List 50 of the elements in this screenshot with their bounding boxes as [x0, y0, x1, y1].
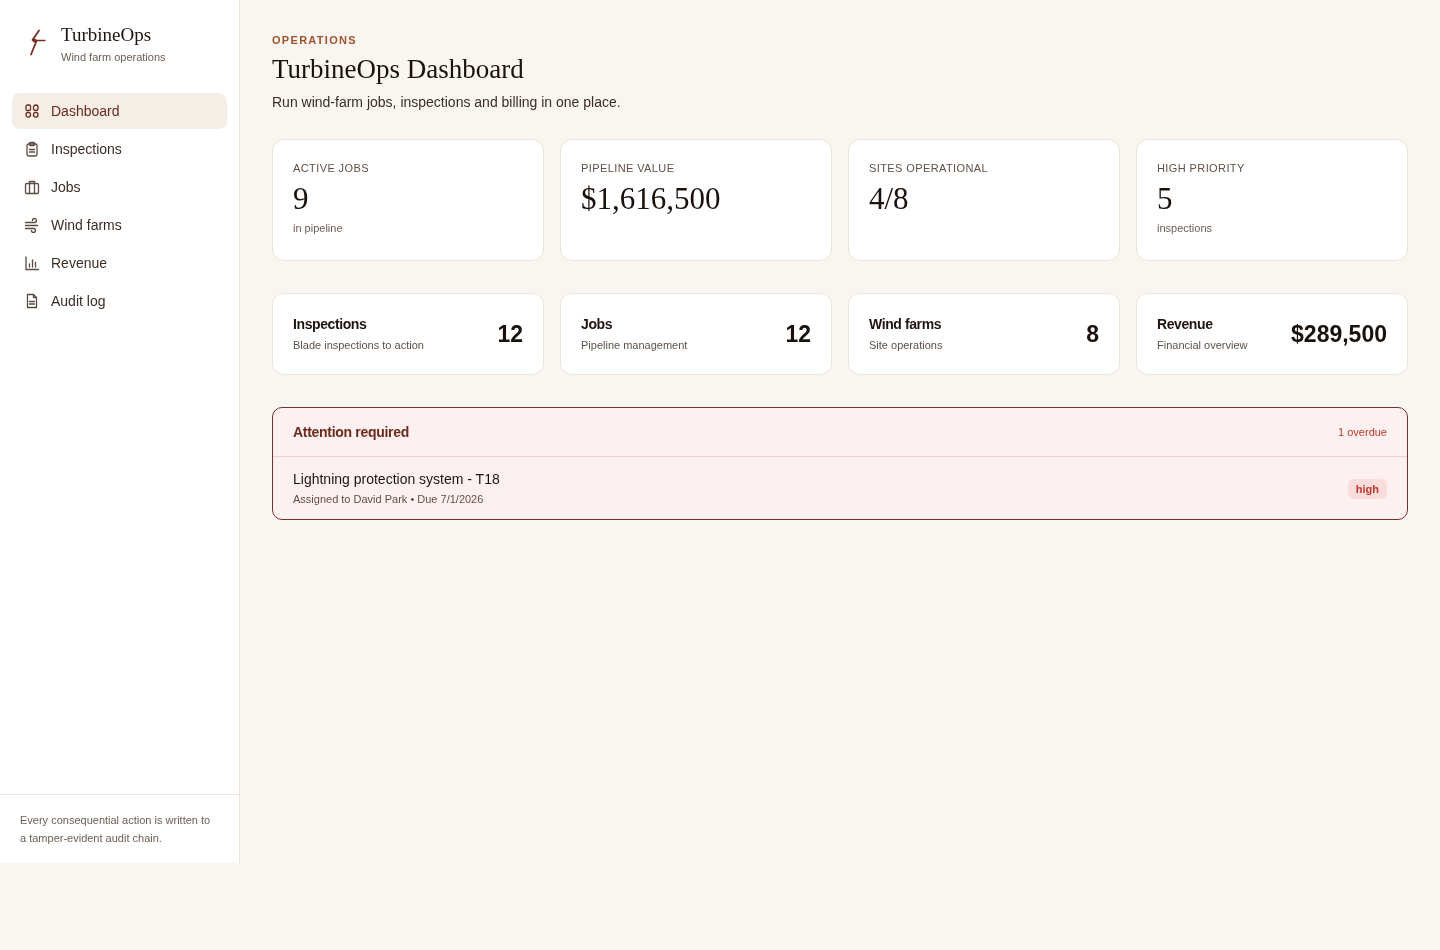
module-count: 12	[785, 320, 811, 348]
audit-note: Every consequential action is written to a tamper-evident audit chain.	[0, 794, 239, 863]
module-title: Inspections	[293, 316, 368, 333]
module-subtitle: Pipeline management	[581, 338, 688, 352]
bar-chart-icon	[24, 255, 40, 271]
module-card[interactable]: Jobs Pipeline management 12	[560, 293, 832, 375]
brand-tagline: Wind farm operations	[61, 50, 166, 64]
stat-label: PIPELINE VALUE	[581, 161, 676, 175]
module-card[interactable]: Revenue Financial overview $289,500	[1136, 293, 1408, 375]
module-subtitle: Site operations	[869, 338, 943, 352]
module-title: Revenue	[1157, 316, 1214, 333]
stat-value: $1,616,500	[581, 181, 722, 217]
module-title: Wind farms	[869, 316, 943, 333]
sidebar-item[interactable]: Wind farms	[12, 207, 227, 243]
stat-label: HIGH PRIORITY	[1157, 161, 1246, 175]
page-subtitle: Run wind-farm jobs, inspections and billing in one place.	[272, 93, 622, 111]
clipboard-icon	[24, 141, 40, 157]
stat-note: inspections	[1157, 221, 1214, 235]
briefcase-icon	[24, 179, 40, 195]
attention-item-title: Lightning protection system - T18	[293, 471, 500, 488]
stat-value: 4/8	[869, 181, 910, 217]
module-subtitle: Blade inspections to action	[293, 338, 424, 352]
module-count: 8	[1086, 320, 1099, 348]
overdue-count: 1 overdue	[1338, 426, 1387, 438]
attention-title: Attention required	[293, 424, 409, 440]
module-card[interactable]: Wind farms Site operations 8	[848, 293, 1120, 375]
sidebar-item[interactable]: Dashboard	[12, 93, 227, 129]
sidebar-item[interactable]: Inspections	[12, 131, 227, 167]
sidebar-item[interactable]: Audit log	[12, 283, 227, 319]
grid-icon	[24, 103, 40, 119]
stat-value: 9	[293, 181, 310, 217]
bolt-icon	[27, 29, 47, 57]
sidebar-item[interactable]: Revenue	[12, 245, 227, 281]
stat-label: ACTIVE JOBS	[293, 161, 370, 175]
stat-value: 5	[1157, 181, 1174, 217]
module-subtitle: Financial overview	[1157, 338, 1248, 352]
module-count: $289,500	[1291, 320, 1387, 348]
module-title: Jobs	[581, 316, 614, 333]
document-icon	[24, 293, 40, 309]
section-eyebrow: OPERATIONS	[272, 33, 358, 47]
sidebar-item[interactable]: Jobs	[12, 169, 227, 205]
module-count: 12	[497, 320, 523, 348]
page-title: TurbineOps Dashboard	[272, 53, 525, 85]
priority-badge: high	[1347, 478, 1387, 499]
stat-note: in pipeline	[293, 221, 344, 235]
wind-icon	[24, 217, 40, 233]
attention-item-meta: Assigned to David Park • Due 7/1/2026	[293, 492, 485, 506]
module-card[interactable]: Inspections Blade inspections to action 12	[272, 293, 544, 375]
stat-label: SITES OPERATIONAL	[869, 161, 990, 175]
brand-name: TurbineOps	[61, 24, 153, 46]
